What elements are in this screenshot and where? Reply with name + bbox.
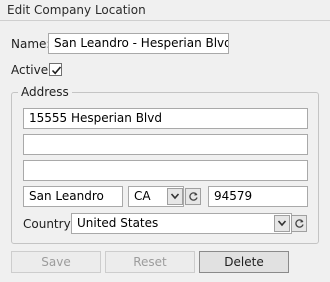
city-input[interactable]: San Leandro: [23, 186, 123, 207]
refresh-icon: [295, 219, 304, 228]
checkmark-icon: [51, 66, 62, 75]
zip-input[interactable]: 94579: [208, 186, 308, 207]
country-select[interactable]: United States: [71, 213, 292, 234]
state-value: CA: [134, 189, 151, 203]
country-label: Country:: [23, 217, 74, 231]
name-label: Name:: [11, 37, 51, 51]
window-title: Edit Company Location: [7, 3, 146, 17]
state-refresh-button[interactable]: [185, 188, 201, 205]
country-refresh-button[interactable]: [291, 215, 307, 232]
address-legend: Address: [18, 85, 72, 99]
reset-button[interactable]: Reset: [105, 251, 195, 273]
active-label: Active:: [11, 63, 53, 77]
address-line3-input[interactable]: [23, 160, 308, 181]
country-value: United States: [77, 216, 159, 230]
refresh-icon: [189, 192, 198, 201]
country-dropdown-button[interactable]: [274, 215, 290, 232]
save-button[interactable]: Save: [11, 251, 101, 273]
window-title-bar: Edit Company Location: [0, 0, 330, 21]
chevron-down-icon: [170, 193, 180, 200]
delete-button[interactable]: Delete: [199, 251, 289, 273]
address-line2-input[interactable]: [23, 134, 308, 155]
name-input[interactable]: San Leandro - Hesperian Blvd: [48, 33, 229, 54]
chevron-down-icon: [277, 220, 287, 227]
state-dropdown-button[interactable]: [167, 188, 183, 205]
active-checkbox[interactable]: [49, 63, 62, 76]
address-line1-input[interactable]: 15555 Hesperian Blvd: [23, 108, 308, 129]
